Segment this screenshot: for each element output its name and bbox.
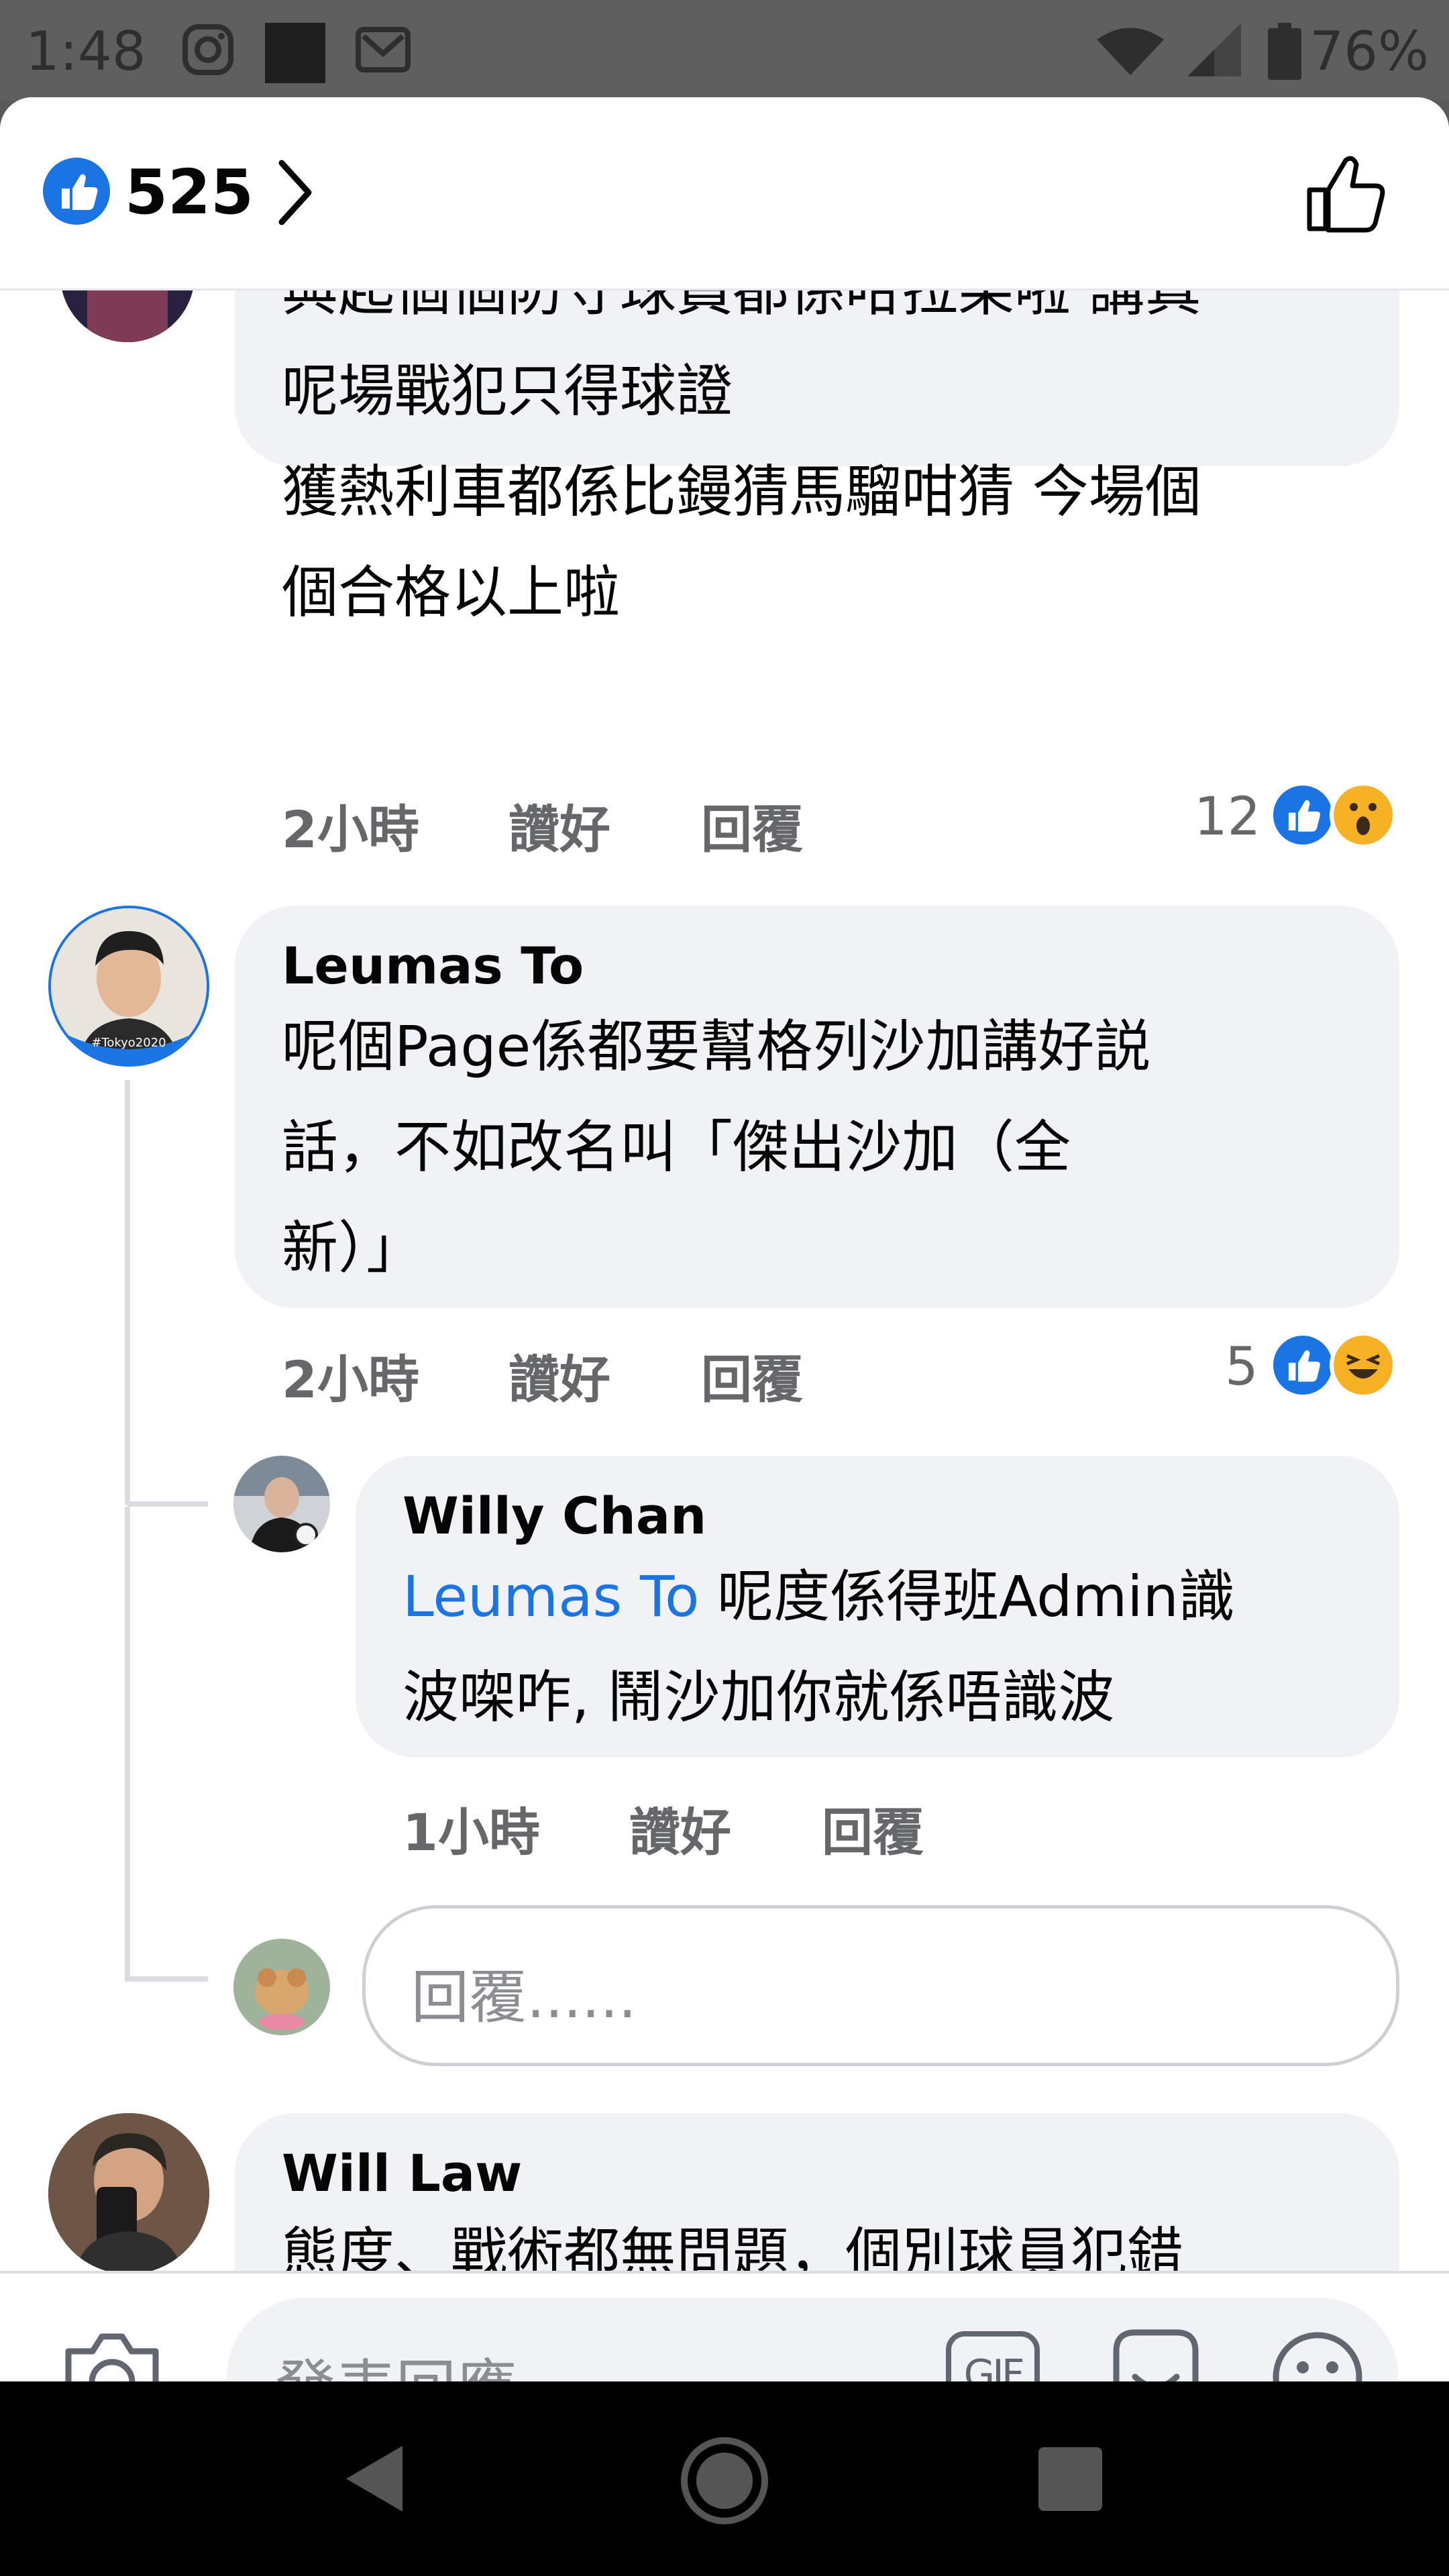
thread-line (125, 1080, 130, 1503)
home-icon[interactable] (678, 2434, 771, 2530)
comment-text-line: 波㗎咋, 鬧沙加你就係唔識波 (402, 1664, 1115, 1730)
like-link[interactable]: 讚好 (508, 788, 610, 862)
comment-composer: 發表回應...... GIF (0, 2271, 1449, 2381)
avatar[interactable]: #Tokyo2020 (48, 906, 209, 1067)
wifi-icon (1093, 23, 1167, 79)
haha-reaction-icon (1330, 1332, 1397, 1399)
comment-author[interactable]: Willy Chan (402, 1486, 706, 1546)
comment-feed[interactable]: 與起個個防守球員都係咁拉柴啦 講真 呢場戰犯只得球證 獲熱利車都係比鏝猜馬騮咁猜… (0, 288, 1449, 2271)
reply-link[interactable]: 回覆 (701, 788, 803, 862)
like-link[interactable]: 讚好 (629, 1791, 731, 1865)
signal-icon (1187, 23, 1241, 79)
emoji-icon[interactable] (1271, 2330, 1364, 2381)
wow-reaction-icon (1330, 782, 1397, 849)
like-reaction-icon (43, 158, 110, 225)
avatar[interactable] (60, 288, 195, 342)
like-reaction-icon (1269, 1332, 1336, 1399)
battery-icon (1268, 23, 1301, 83)
sticker-icon[interactable] (1106, 2324, 1206, 2381)
comment-text-line: Leumas To 呢度係得班Admin識 (402, 1564, 1235, 1629)
comment-text-line: 呢個Page係都要幫格列沙加講好説 (282, 1014, 1151, 1079)
avatar (233, 1939, 330, 2035)
comments-sheet: 525 與起個個防守球員都係咁拉柴啦 講真 呢場戰犯只得球證 獲熱利車都係比鏝猜… (0, 97, 1449, 2381)
comment-text-line: 話，不如改名叫「傑出沙加（全 (282, 1114, 1071, 1180)
comment-text-line: 與起個個防守球員都係咁拉柴啦 講真 (282, 288, 1201, 323)
avatar-frame-text: #Tokyo2020 (91, 1036, 166, 1050)
status-time: 1:48 (25, 20, 146, 83)
comment-time: 2小時 (282, 800, 419, 859)
comment-text-line: 呢場戰犯只得球證 (282, 358, 733, 424)
like-count[interactable]: 525 (125, 156, 254, 228)
comment-input[interactable]: 發表回應...... GIF (227, 2298, 1398, 2381)
reply-placeholder: 回覆...... (411, 1964, 637, 2031)
comment-text-line: 獲熱利車都係比鏝猜馬騮咁猜 今場個 (282, 459, 1201, 525)
reply-link[interactable]: 回覆 (822, 1791, 924, 1865)
battery-percent: 76% (1309, 20, 1429, 83)
reaction-count[interactable]: 5 (1225, 1337, 1258, 1397)
comment-time: 1小時 (402, 1803, 540, 1862)
sheet-header: 525 (0, 97, 1449, 290)
app-square-icon (265, 23, 325, 86)
reaction-count[interactable]: 12 (1194, 787, 1260, 847)
comment-placeholder: 發表回應...... (275, 2339, 632, 2381)
chevron-right-icon[interactable] (275, 158, 315, 230)
comment-text-line: 個合格以上啦 (282, 559, 621, 625)
mention-link[interactable]: Leumas To (402, 1564, 699, 1629)
instagram-icon (181, 23, 235, 79)
thread-line (125, 1976, 208, 1982)
camera-icon[interactable] (62, 2327, 162, 2381)
reply-input[interactable]: 回覆...... (362, 1905, 1399, 2066)
comment-time: 2小時 (282, 1350, 419, 1409)
back-icon[interactable] (341, 2442, 408, 2518)
thread-line (125, 1501, 208, 1507)
recents-icon[interactable] (1038, 2447, 1102, 2514)
avatar[interactable] (48, 2113, 209, 2271)
comment-author[interactable]: Will Law (282, 2143, 522, 2203)
status-bar: 1:48 76% (0, 0, 1449, 101)
reply-link[interactable]: 回覆 (701, 1338, 803, 1412)
gmail-icon (356, 23, 411, 79)
gif-button[interactable]: GIF (946, 2331, 1040, 2381)
like-link[interactable]: 讚好 (508, 1338, 610, 1412)
system-navigation-bar (0, 2381, 1449, 2576)
like-reaction-icon (1269, 782, 1336, 849)
like-button-icon[interactable] (1304, 151, 1387, 237)
comment-text-line: 態度、戰術都無問題，個別球員犯錯 (282, 2221, 1184, 2271)
comment-text-line: 新）」 (282, 1215, 423, 1281)
thread-line (125, 1507, 130, 1976)
avatar[interactable] (233, 1456, 330, 1552)
gif-label: GIF (963, 2351, 1025, 2381)
comment-author[interactable]: Leumas To (282, 936, 584, 996)
